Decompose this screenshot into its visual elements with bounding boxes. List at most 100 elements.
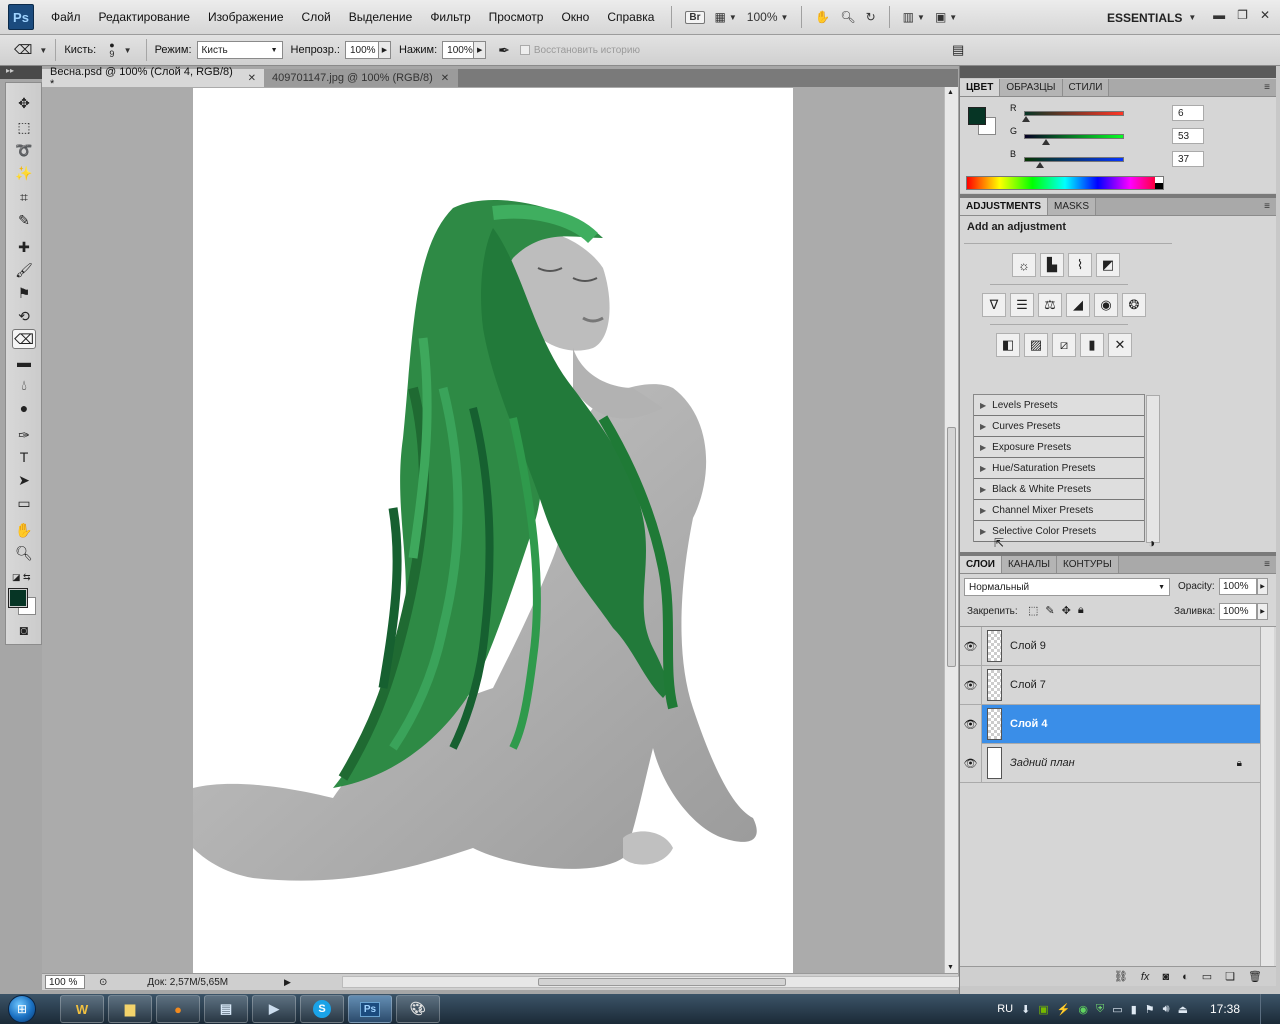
panel-toggle-icon[interactable]: ▤ [952, 42, 964, 58]
blend-mode-select[interactable]: Нормальный ▼ [964, 578, 1170, 596]
language-indicator[interactable]: RU [997, 1003, 1013, 1015]
preset-item[interactable]: ▶ Hue/Saturation Presets [974, 458, 1144, 479]
show-desktop-button[interactable] [1260, 994, 1272, 1024]
document-canvas[interactable] [193, 88, 793, 973]
blue-value-input[interactable]: 37 [1172, 151, 1204, 167]
close-icon[interactable]: ✕ [248, 73, 256, 84]
panel-menu-icon[interactable]: ≡ [1264, 201, 1270, 212]
taskbar-skype[interactable]: S [300, 995, 344, 1023]
presets-scrollbar[interactable] [1146, 395, 1160, 543]
link-layers-icon[interactable]: ⛓ [1114, 970, 1128, 983]
bridge-button[interactable]: Br [680, 6, 709, 28]
gradient-map-icon[interactable]: ▮ [1080, 333, 1104, 357]
opacity-slider-toggle[interactable]: ▶ [1257, 578, 1268, 595]
slider-thumb[interactable] [1036, 161, 1044, 168]
eye-icon[interactable]: 👁 [960, 704, 982, 744]
status-menu-icon[interactable]: ⊙ [99, 977, 107, 988]
preset-item[interactable]: ▶ Levels Presets [974, 395, 1144, 416]
tab-adjustments[interactable]: ADJUSTMENTS [960, 198, 1049, 215]
screen-mode-button[interactable]: ▣ ▼ [930, 6, 962, 28]
flash-icon[interactable]: ⚡ [1057, 1003, 1071, 1016]
curves-icon[interactable]: ⌇ [1068, 253, 1092, 277]
eyedropper-tool-icon[interactable]: ✎ [12, 210, 36, 230]
shape-tool-icon[interactable]: ▭ [12, 493, 36, 513]
opacity-slider-toggle[interactable]: ▶ [378, 41, 391, 59]
green-value-input[interactable]: 53 [1172, 128, 1204, 144]
channel-mixer-icon[interactable]: ❂ [1122, 293, 1146, 317]
rotate-view-button[interactable]: ↻ [861, 6, 881, 28]
tab-channels[interactable]: КАНАЛЫ [1001, 556, 1057, 573]
nvidia-icon[interactable]: ▣ [1038, 1003, 1048, 1016]
clone-stamp-tool-icon[interactable]: ⚑ [12, 283, 36, 303]
preset-item[interactable]: ▶ Channel Mixer Presets [974, 500, 1144, 521]
menu-layer[interactable]: Слой [293, 10, 340, 24]
visibility-toggle-icon[interactable]: ◑ [1148, 536, 1155, 550]
arrange-documents-button[interactable]: ▥ ▼ [898, 6, 930, 28]
download-icon[interactable]: ⬇ [1021, 1003, 1030, 1016]
menu-window[interactable]: Окно [552, 10, 598, 24]
layer-style-icon[interactable]: fx [1141, 971, 1150, 983]
selective-color-icon[interactable]: ✕ [1108, 333, 1132, 357]
airbrush-icon[interactable]: ✒ [498, 42, 510, 59]
layers-scrollbar[interactable] [1260, 627, 1274, 975]
clock[interactable]: 17:38 [1210, 1002, 1240, 1016]
layer-row[interactable]: 👁 Слой 9 [960, 626, 1260, 666]
close-icon[interactable]: ✕ [441, 73, 449, 84]
posterize-icon[interactable]: ▨ [1024, 333, 1048, 357]
menu-file[interactable]: Файл [42, 10, 90, 24]
quick-mask-icon[interactable]: ◙ [12, 620, 36, 640]
view-extras-button[interactable]: ▦ ▼ [710, 6, 742, 28]
eraser-tool-icon[interactable]: ⌫ [12, 329, 36, 349]
scroll-up-icon[interactable]: ▲ [947, 89, 954, 96]
volume-icon[interactable]: 🔊︎ [1163, 1003, 1170, 1016]
healing-brush-tool-icon[interactable]: ✚ [12, 237, 36, 257]
taskbar-notepad[interactable]: ▤ [204, 995, 248, 1023]
vibrance-icon[interactable]: ∇ [982, 293, 1006, 317]
lock-pixels-icon[interactable]: ✎ [1045, 604, 1054, 617]
lock-transparency-icon[interactable]: ⬚ [1028, 604, 1038, 617]
menu-edit[interactable]: Редактирование [90, 10, 199, 24]
photo-filter-icon[interactable]: ◉ [1094, 293, 1118, 317]
tab-swatches[interactable]: ОБРАЗЦЫ [1000, 79, 1063, 96]
add-mask-icon[interactable]: ◙ [1162, 971, 1169, 983]
workspace-switcher[interactable]: ESSENTIALS ▼ [1107, 0, 1196, 35]
brush-tool-icon[interactable]: 🖌︎ [12, 260, 36, 280]
lasso-tool-icon[interactable]: ➰ [12, 140, 36, 160]
menu-select[interactable]: Выделение [340, 10, 422, 24]
foreground-color-swatch[interactable] [8, 588, 28, 608]
red-value-input[interactable]: 6 [1172, 105, 1204, 121]
preset-item[interactable]: ▶ Black & White Presets [974, 479, 1144, 500]
tab-layers[interactable]: СЛОИ [960, 556, 1002, 573]
green-circle-icon[interactable]: ◉ [1078, 1003, 1088, 1016]
new-layer-icon[interactable]: ❏ [1225, 970, 1235, 983]
status-arrow-icon[interactable]: ▶ [284, 977, 291, 988]
taskbar-firefox[interactable]: ● [156, 995, 200, 1023]
tab-masks[interactable]: MASKS [1048, 198, 1097, 215]
tab-document-inactive[interactable]: 409701147.jpg @ 100% (RGB/8) ✕ [264, 69, 458, 87]
photoshop-logo[interactable]: Ps [8, 4, 34, 30]
taskbar-explorer[interactable]: ▆ [108, 995, 152, 1023]
type-tool-icon[interactable]: T [12, 447, 36, 467]
shield-icon[interactable]: ⛨ [1096, 1003, 1104, 1016]
panel-menu-icon[interactable]: ≡ [1264, 82, 1270, 93]
taskbar-photoshop[interactable]: Ps [348, 995, 392, 1023]
start-button[interactable]: ⊞ [0, 994, 44, 1024]
tab-paths[interactable]: КОНТУРЫ [1057, 556, 1119, 573]
flag-icon[interactable]: ⚑ [1145, 1003, 1155, 1016]
hand-tool-icon[interactable]: ✋ [12, 520, 36, 540]
green-slider-track[interactable] [1024, 133, 1124, 145]
menu-view[interactable]: Просмотр [480, 10, 553, 24]
minimize-icon[interactable]: ▬ [1213, 8, 1225, 22]
trash-icon[interactable]: 🗑︎ [1248, 970, 1262, 983]
chevron-down-icon[interactable]: ▼ [124, 46, 132, 55]
horizontal-scrollbar[interactable] [342, 976, 982, 988]
brightness-contrast-icon[interactable]: ☼ [1012, 253, 1036, 277]
exposure-icon[interactable]: ◩ [1096, 253, 1120, 277]
taskbar-paint[interactable]: 🎨︎ [396, 995, 440, 1023]
fill-input[interactable]: 100% [1219, 603, 1257, 620]
eye-icon[interactable]: 👁 [960, 665, 982, 705]
history-checkbox[interactable]: Восстановить историю [519, 45, 640, 56]
layer-row[interactable]: 👁 Слой 7 [960, 665, 1260, 705]
zoom-input[interactable]: 100 % [45, 975, 85, 989]
pressure-slider-toggle[interactable]: ▶ [474, 41, 487, 59]
